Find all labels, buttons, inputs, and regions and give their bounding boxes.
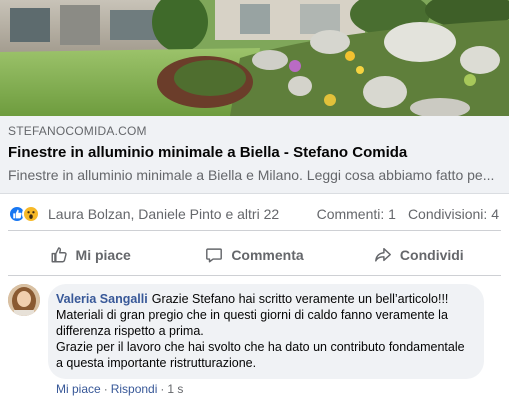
wow-icon (22, 204, 40, 223)
comment-like-link[interactable]: Mi piace (56, 382, 101, 396)
divider (8, 230, 501, 231)
comment-text-line-3: Grazie per il lavoro che hai svolto che … (56, 340, 465, 370)
link-preview-image[interactable] (0, 0, 509, 116)
share-button-label: Condividi (399, 247, 464, 263)
shares-count[interactable]: Condivisioni: 4 (408, 206, 499, 222)
comment-reply-link[interactable]: Rispondi (111, 382, 158, 396)
comment-bubble: Valeria Sangalli Grazie Stefano hai scrit… (48, 284, 484, 379)
comment-meta: Mi piace · Rispondi · 1 s (56, 382, 183, 396)
divider (8, 275, 501, 276)
share-button[interactable]: Condividi (337, 237, 501, 273)
link-preview[interactable]: STEFANOCOMIDA.COM Finestre in alluminio … (0, 116, 509, 194)
reactions-summary: Laura Bolzan, Daniele Pinto e altri 22 C… (0, 200, 509, 227)
comment-icon (206, 248, 223, 263)
post-actions: Mi piace Commenta Condividi (8, 237, 501, 273)
garden-photo (0, 0, 509, 116)
reaction-icons[interactable] (8, 204, 40, 223)
comments-count[interactable]: Commenti: 1 (317, 206, 396, 222)
comment-text-line-2: Materiali di gran pregio che in questi g… (56, 308, 448, 338)
preview-title[interactable]: Finestre in alluminio minimale a Biella … (8, 144, 501, 162)
engagement-counts: Commenti: 1 Condivisioni: 4 (317, 206, 499, 222)
like-button[interactable]: Mi piace (8, 237, 172, 273)
separator: · (160, 382, 165, 396)
reactors-text[interactable]: Laura Bolzan, Daniele Pinto e altri 22 (48, 206, 279, 222)
preview-domain: STEFANOCOMIDA.COM (8, 124, 147, 138)
comment-text-line-1: Grazie Stefano hai scritto veramente un … (151, 292, 449, 306)
like-button-label: Mi piace (75, 247, 131, 263)
comment-button-label: Commenta (231, 247, 304, 263)
comment-button[interactable]: Commenta (172, 237, 336, 273)
share-icon (375, 247, 391, 262)
avatar[interactable] (8, 284, 40, 316)
user-photo (8, 284, 40, 316)
thumbs-up-icon (51, 247, 67, 263)
comment-author[interactable]: Valeria Sangalli (56, 292, 148, 306)
comment-timestamp[interactable]: 1 s (167, 382, 183, 396)
preview-description: Finestre in alluminio minimale a Biella … (8, 167, 495, 183)
separator: · (103, 382, 108, 396)
